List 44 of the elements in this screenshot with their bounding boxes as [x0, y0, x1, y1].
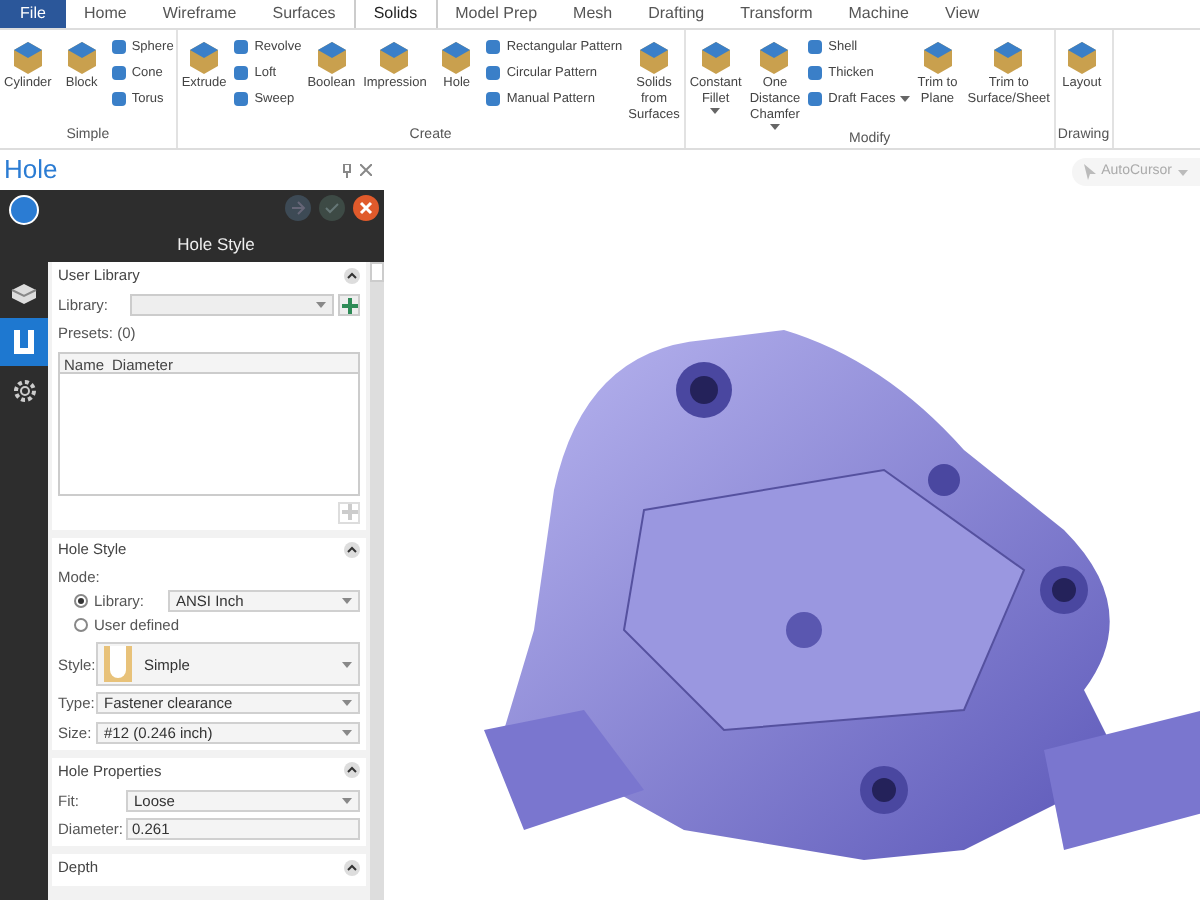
caret-icon	[769, 124, 780, 130]
radio-button[interactable]	[74, 593, 88, 608]
menu-tab[interactable]: Drafting	[630, 0, 723, 28]
cursor-icon	[1083, 164, 1096, 180]
plus-icon	[341, 297, 357, 314]
side-tab[interactable]	[0, 318, 48, 366]
caret-icon	[1178, 169, 1188, 175]
menu-tab[interactable]: Surfaces	[254, 0, 354, 28]
menu-tab[interactable]: Wireframe	[144, 0, 255, 28]
add-button[interactable]	[338, 294, 360, 317]
collapse-icon	[344, 859, 360, 876]
collapse-icon	[344, 542, 360, 558]
dialog-title: Hole Style	[175, 232, 257, 258]
collapse-icon	[344, 267, 360, 283]
caret-icon	[342, 597, 352, 604]
panel-title: Hole	[4, 152, 58, 189]
menu-tab[interactable]: File	[0, 0, 66, 28]
menu-tab[interactable]: Home	[66, 0, 145, 28]
collapse-icon	[344, 762, 360, 779]
apply-icon	[284, 194, 312, 222]
caret-icon	[342, 729, 352, 736]
menu-tab[interactable]: Model Prep	[437, 0, 556, 28]
caret-icon	[316, 302, 326, 309]
radio-button[interactable]	[74, 618, 88, 633]
menu-tab[interactable]: Solids	[353, 0, 438, 28]
caret-icon	[342, 700, 352, 707]
menu-tab[interactable]: Mesh	[555, 0, 631, 28]
close-icon	[352, 194, 380, 222]
block-icon	[10, 282, 38, 306]
menu-tab[interactable]: Machine	[830, 0, 928, 28]
caret-icon	[342, 661, 352, 668]
caret-icon	[710, 108, 721, 114]
caret-icon	[342, 797, 352, 804]
close-icon	[360, 164, 372, 176]
hole-icon	[12, 328, 36, 356]
menu-tab[interactable]: Transform	[722, 0, 831, 28]
hole-icon	[104, 646, 132, 683]
scrollbar[interactable]	[370, 262, 384, 900]
menu-tab[interactable]: View	[927, 0, 998, 28]
caret-icon	[899, 96, 910, 102]
settings-icon	[11, 377, 37, 403]
pin-icon	[342, 163, 352, 177]
ok-icon	[318, 194, 346, 222]
plus-icon	[341, 504, 357, 520]
